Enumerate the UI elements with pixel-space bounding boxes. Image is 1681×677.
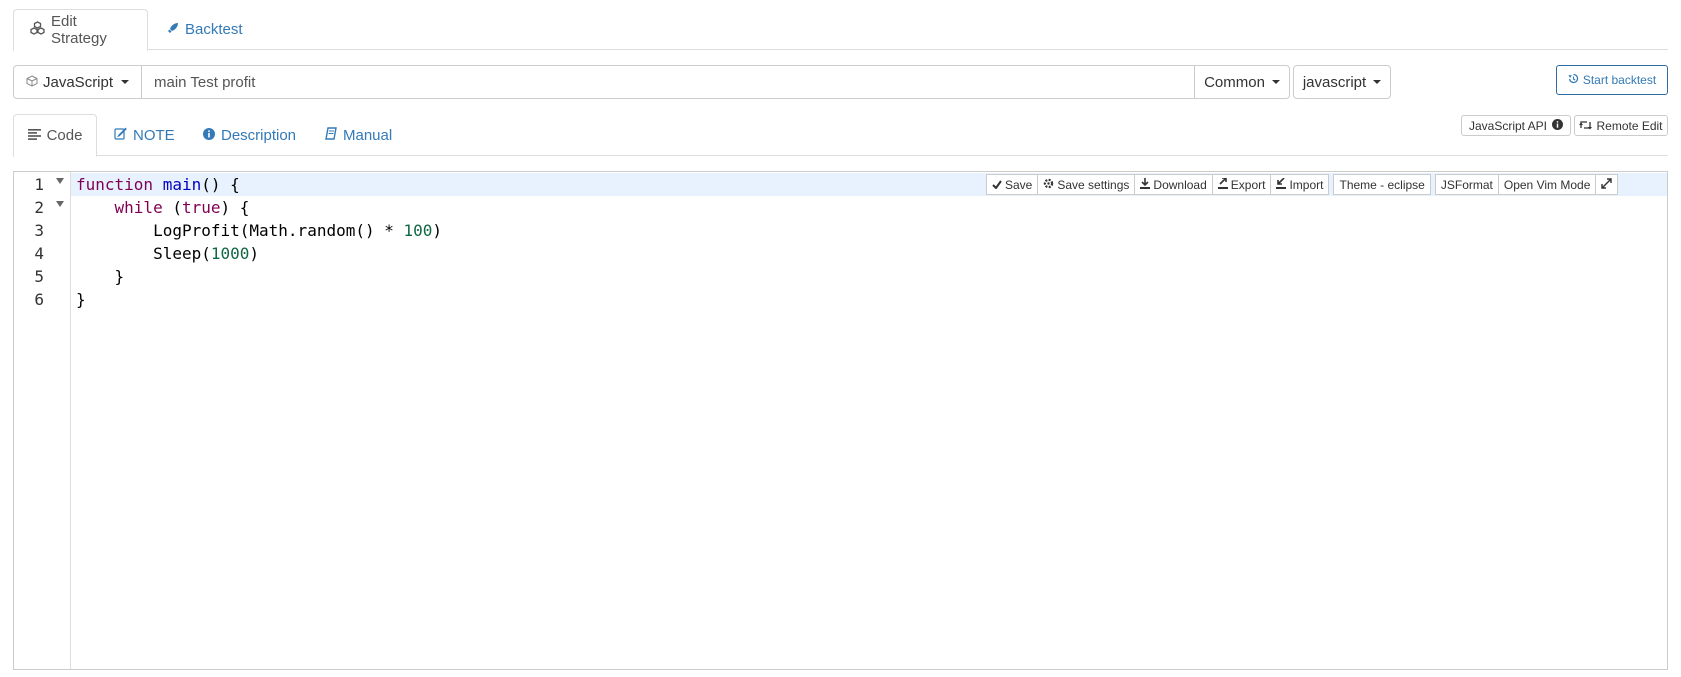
- code-line: }: [114, 267, 125, 286]
- language-dropdown[interactable]: JavaScript: [13, 65, 142, 99]
- fold-arrow-icon[interactable]: [56, 201, 64, 207]
- import-label: Import: [1289, 177, 1324, 192]
- save-button[interactable]: Save: [986, 174, 1039, 195]
- vim-mode-label: Open Vim Mode: [1503, 177, 1591, 192]
- jsformat-button[interactable]: JSFormat: [1434, 174, 1499, 195]
- edit-icon: [114, 127, 127, 144]
- tab-description[interactable]: Description: [203, 114, 296, 156]
- syntax-label: javascript: [1302, 73, 1367, 91]
- download-button[interactable]: Download: [1134, 174, 1213, 195]
- save-settings-button[interactable]: Save settings: [1037, 174, 1136, 195]
- tab-manual-label: Manual: [343, 126, 393, 144]
- top-tabs: Edit Strategy Backtest: [13, 9, 1668, 51]
- cubes-icon: [30, 21, 45, 39]
- remote-edit-button[interactable]: Remote Edit: [1574, 115, 1668, 136]
- tab-backtest[interactable]: Backtest: [151, 9, 259, 50]
- book-icon: [325, 126, 337, 144]
- start-backtest-label: Start backtest: [1582, 73, 1657, 87]
- strategy-name-input[interactable]: [142, 65, 1195, 99]
- line-number: 5: [34, 267, 44, 286]
- sub-tabs: Code NOTE Description Manual: [13, 114, 1668, 157]
- export-label: Export: [1230, 177, 1266, 192]
- check-icon: [992, 178, 1002, 192]
- rocket-icon: [167, 21, 179, 38]
- caret-down-icon: [1373, 80, 1382, 84]
- line-number: 2: [14, 196, 71, 219]
- category-dropdown[interactable]: Common: [1195, 65, 1290, 99]
- start-backtest-button[interactable]: Start backtest: [1556, 65, 1668, 95]
- tab-code-label: Code: [46, 127, 83, 144]
- vim-mode-button[interactable]: Open Vim Mode: [1497, 174, 1597, 195]
- code-editor[interactable]: 1 2 3 4 5 6 function main() { while (tru…: [13, 171, 1668, 670]
- retweet-icon: [1579, 119, 1593, 133]
- line-number: 6: [34, 290, 44, 309]
- export-button[interactable]: Export: [1211, 174, 1272, 195]
- code-line: function main() {: [76, 175, 240, 194]
- line-number: 4: [34, 244, 44, 263]
- jsformat-label: JSFormat: [1440, 177, 1493, 192]
- gear-icon: [1043, 178, 1054, 192]
- history-icon: [1568, 73, 1579, 87]
- tab-code[interactable]: Code: [13, 114, 97, 157]
- line-number: 3: [34, 221, 44, 240]
- info-circle-icon: [203, 127, 215, 144]
- expand-icon: [1601, 177, 1613, 192]
- tab-note[interactable]: NOTE: [114, 114, 175, 156]
- export-icon: [1217, 176, 1228, 192]
- remote-edit-label: Remote Edit: [1596, 118, 1663, 133]
- cube-icon: [26, 74, 38, 91]
- import-button[interactable]: Import: [1270, 174, 1330, 195]
- line-gutter: 1 2 3 4 5 6: [14, 172, 71, 669]
- fullscreen-button[interactable]: [1595, 174, 1619, 195]
- tab-manual[interactable]: Manual: [325, 114, 392, 156]
- info-circle-icon: [1552, 118, 1564, 133]
- code-line: while (true) {: [114, 198, 250, 217]
- code-line: Sleep(1000): [153, 244, 260, 263]
- strategy-bar: JavaScript Common javascript: [13, 65, 1391, 99]
- download-icon: [1140, 177, 1151, 192]
- api-label: JavaScript API: [1468, 118, 1548, 133]
- download-label: Download: [1153, 177, 1207, 192]
- category-label: Common: [1204, 73, 1265, 91]
- import-icon: [1276, 176, 1287, 192]
- save-settings-label: Save settings: [1057, 177, 1130, 192]
- code-line: LogProfit(Math.random() * 100): [153, 221, 443, 240]
- code-line: }: [76, 290, 86, 309]
- tab-edit-strategy-label: Edit Strategy: [51, 13, 107, 47]
- theme-label: Theme - eclipse: [1339, 177, 1425, 192]
- theme-button[interactable]: Theme - eclipse: [1333, 174, 1431, 195]
- caret-down-icon: [1271, 80, 1280, 84]
- tab-edit-strategy[interactable]: Edit Strategy: [13, 9, 148, 51]
- caret-down-icon: [121, 80, 130, 84]
- fold-arrow-icon[interactable]: [56, 178, 64, 184]
- tab-backtest-label: Backtest: [185, 21, 243, 38]
- align-left-icon: [27, 127, 41, 144]
- tab-note-label: NOTE: [133, 126, 175, 144]
- line-number: 1: [14, 173, 71, 196]
- javascript-api-button[interactable]: JavaScript API: [1461, 115, 1571, 136]
- syntax-dropdown[interactable]: javascript: [1293, 65, 1391, 99]
- tab-description-label: Description: [221, 126, 297, 144]
- editor-toolbar: Save Save settings Download Export Impor…: [986, 174, 1619, 195]
- language-label: JavaScript: [43, 73, 114, 91]
- save-label: Save: [1005, 177, 1033, 192]
